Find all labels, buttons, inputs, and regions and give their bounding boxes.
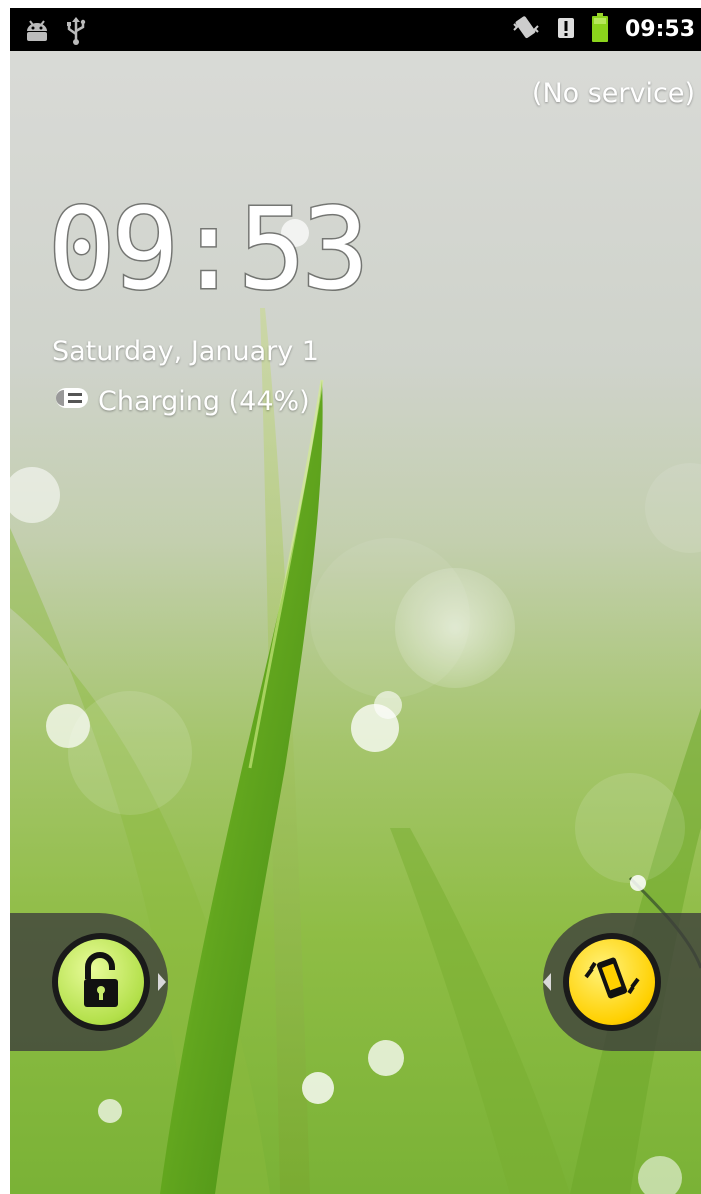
charging-label: Charging (44%)	[98, 386, 310, 417]
status-bar: 09:53	[10, 8, 701, 51]
alert-icon	[557, 16, 575, 44]
carrier-label: (No service)	[531, 78, 695, 109]
lockscreen-clock: 09:53	[48, 196, 371, 306]
status-bar-time: 09:53	[624, 17, 695, 42]
sound-toggle-handle[interactable]	[563, 933, 661, 1031]
sound-arrow-icon	[543, 973, 551, 991]
vibrate-icon	[511, 14, 541, 46]
lockscreen: 09:53 (No service) 09:53 Saturday, Janua…	[10, 8, 701, 1194]
unlock-handle[interactable]	[52, 933, 150, 1031]
date-label: Saturday, January 1	[52, 336, 319, 367]
battery-icon	[591, 12, 609, 47]
charging-status: Charging (44%)	[54, 386, 310, 417]
sound-toggle-tab[interactable]	[543, 913, 701, 1051]
usb-icon	[66, 16, 86, 50]
vibrate-mode-icon	[584, 957, 640, 999]
unlock-slider-tab[interactable]	[10, 913, 168, 1051]
android-debug-icon	[24, 19, 50, 47]
clock-text: 09:53	[48, 196, 365, 306]
unlock-icon	[84, 952, 118, 1007]
charging-plug-icon	[54, 386, 90, 417]
unlock-arrow-icon	[158, 973, 166, 991]
